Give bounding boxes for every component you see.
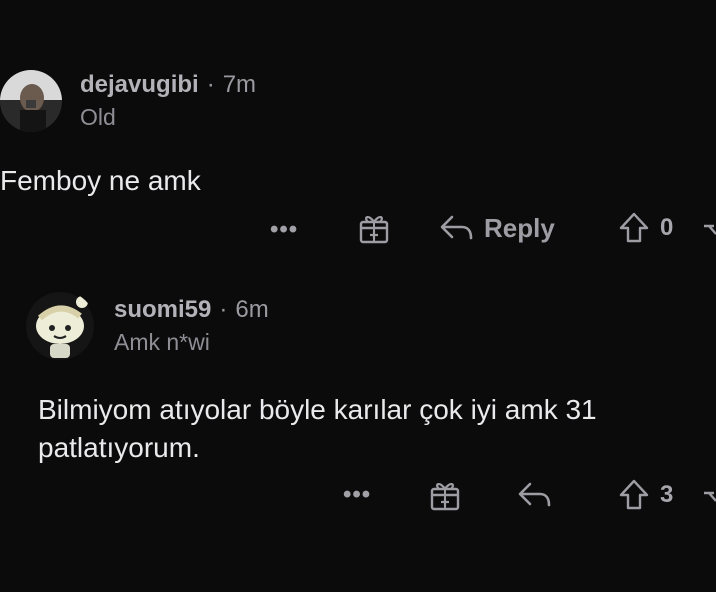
comment-body-line: patlatıyorum. [38, 432, 200, 463]
more-options-button[interactable]: ••• [270, 216, 298, 244]
comment-meta-1: dejavugibi · 7m Old [80, 70, 256, 132]
comment-header-2: suomi59 · 6m Amk n*wi [24, 290, 269, 362]
username[interactable]: dejavugibi [80, 71, 199, 98]
upvote-arrow-icon [619, 479, 649, 510]
comment-thread: dejavugibi · 7m Old Femboy ne amk ••• Re… [0, 0, 716, 592]
award-button[interactable] [428, 478, 462, 512]
downvote-arrow-icon [704, 224, 716, 235]
reply-arrow-icon [518, 482, 551, 507]
meta-separator: · [219, 296, 228, 324]
timestamp: 7m [222, 71, 257, 99]
comment-body-line: Femboy ne amk [0, 165, 201, 196]
reply-arrow-icon [440, 215, 473, 240]
gift-award-icon [359, 216, 389, 244]
reply-label: Reply [484, 212, 555, 243]
timestamp: 6m [235, 296, 269, 324]
upvote-arrow-icon [619, 212, 649, 243]
gift-award-icon [430, 483, 460, 511]
upvote-button[interactable]: 0 [618, 211, 673, 245]
comment-body-1: Femboy ne amk [0, 162, 201, 200]
user-avatar-2[interactable] [24, 290, 96, 362]
more-options-button[interactable]: ••• [343, 481, 371, 509]
user-flair: Amk n*wi [114, 329, 210, 356]
award-button[interactable] [357, 211, 391, 245]
user-flair: Old [80, 104, 116, 131]
username[interactable]: suomi59 [114, 296, 211, 323]
meta-separator: · [206, 71, 215, 99]
comment-meta-2: suomi59 · 6m Amk n*wi [114, 295, 269, 357]
reply-button[interactable]: Reply [438, 211, 555, 245]
vote-count: 3 [660, 481, 674, 508]
comment-body-line: Bilmiyom atıyolar böyle karılar çok iyi … [38, 394, 597, 425]
comment-header-1: dejavugibi · 7m Old [0, 70, 256, 132]
cartoon-avatar-icon [26, 292, 94, 360]
vote-count: 0 [660, 214, 674, 241]
user-avatar-1[interactable] [0, 70, 62, 132]
downvote-arrow-icon [704, 491, 716, 502]
downvote-button[interactable] [704, 485, 716, 507]
comment-body-2: Bilmiyom atıyolar böyle karılar çok iyi … [38, 391, 597, 467]
reply-button[interactable] [516, 478, 552, 512]
downvote-button[interactable] [704, 218, 716, 240]
user-photo-avatar-icon [0, 70, 62, 132]
upvote-button[interactable]: 3 [618, 478, 673, 512]
